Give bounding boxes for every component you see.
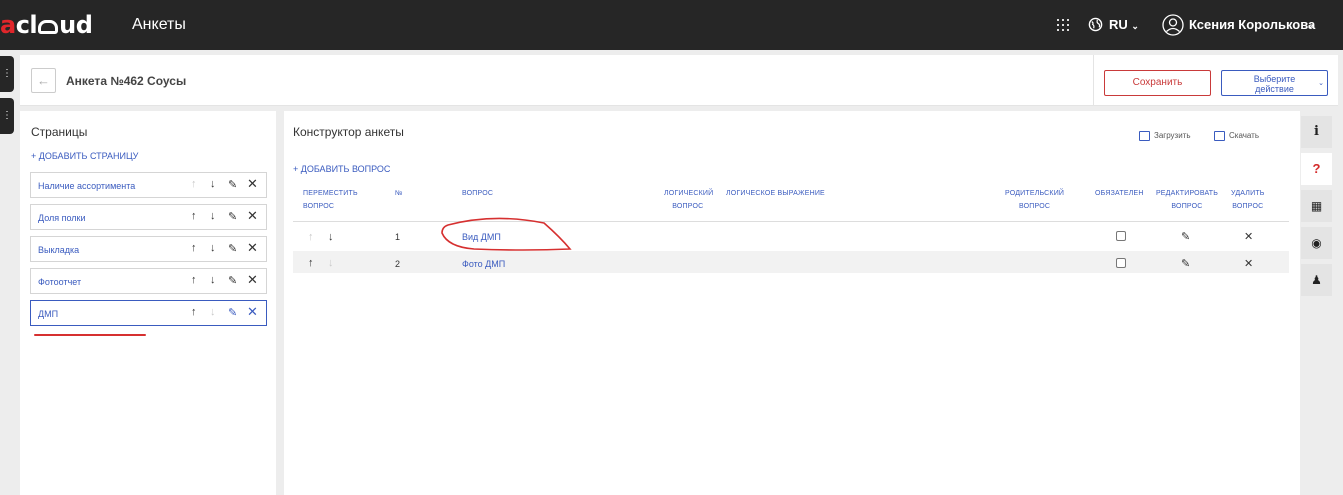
arrow-left-icon: ← <box>37 73 50 88</box>
side-menu-button-2[interactable]: ⋮ <box>0 98 14 134</box>
required-checkbox[interactable] <box>1116 231 1126 241</box>
col-move: ПЕРЕМЕСТИТЬ ВОПРОС <box>303 190 358 210</box>
chevron-down-icon: ⌄ <box>1318 80 1324 87</box>
close-icon[interactable]: ✕ <box>247 240 258 256</box>
apps-grid-icon[interactable] <box>1057 19 1069 31</box>
globe-icon[interactable] <box>1088 17 1103 32</box>
app-logo[interactable]: acl ud <box>0 11 93 39</box>
page-item-active[interactable]: ДМП ↑ ↓ ✎ ✕ <box>30 300 267 326</box>
arrow-down-icon[interactable]: ↓ <box>210 210 216 222</box>
page-item-label: Наличие ассортимента <box>38 181 136 191</box>
question-link[interactable]: Фото ДМП <box>462 259 505 269</box>
pages-panel: Страницы + ДОБАВИТЬ СТРАНИЦУ Наличие асс… <box>20 111 276 495</box>
arrow-up-icon[interactable]: ↑ <box>191 210 197 222</box>
dots-icon: ⋮ <box>2 68 12 79</box>
action-label-line1: Выберите <box>1253 74 1296 84</box>
page-item[interactable]: Фотоотчет ↑ ↓ ✎ ✕ <box>30 268 267 294</box>
language-selector[interactable]: RU ⌄ <box>1109 17 1139 32</box>
users-icon[interactable]: ♟ <box>1301 264 1332 296</box>
col-logical: ЛОГИЧЕСКИЙ ВОПРОС <box>664 190 714 210</box>
arrow-down-icon[interactable]: ↓ <box>328 257 334 269</box>
arrow-down-icon[interactable]: ↓ <box>210 242 216 254</box>
page-item[interactable]: Наличие ассортимента ↑ ↓ ✎ ✕ <box>30 172 267 198</box>
side-menu-button[interactable]: ⋮ <box>0 56 14 92</box>
pencil-icon[interactable]: ✎ <box>228 178 237 191</box>
col-edit: РЕДАКТИРОВАТЬ ВОПРОС <box>1155 190 1219 210</box>
col-num: № <box>395 190 403 197</box>
calendar-icon[interactable]: ▦ <box>1301 190 1332 222</box>
row-num: 1 <box>395 232 401 242</box>
action-label-line2: действие <box>1255 84 1294 94</box>
col-logical-expr: ЛОГИЧЕСКОЕ ВЫРАЖЕНИЕ <box>726 190 825 197</box>
page-item[interactable]: Доля полки ↑ ↓ ✎ ✕ <box>30 204 267 230</box>
top-bar: acl ud Анкеты RU ⌄ Ксения Королькова ⌄ <box>0 0 1343 50</box>
upload-button[interactable]: Загрузить <box>1139 131 1191 141</box>
close-icon[interactable]: ✕ <box>247 208 258 224</box>
arrow-up-icon[interactable]: ↑ <box>191 306 197 318</box>
edit-icon[interactable]: ✎ <box>1181 230 1190 243</box>
arrow-up-icon[interactable]: ↑ <box>191 242 197 254</box>
arrow-down-icon[interactable]: ↓ <box>210 178 216 190</box>
save-button[interactable]: Сохранить <box>1104 70 1211 96</box>
page-item-label: Доля полки <box>38 213 86 223</box>
annotation-circle <box>441 217 572 251</box>
page-item-label: Выкладка <box>38 245 80 255</box>
user-name[interactable]: Ксения Королькова <box>1189 17 1315 32</box>
table-row <box>293 251 1289 273</box>
delete-icon[interactable]: ✕ <box>1244 230 1253 243</box>
pencil-icon[interactable]: ✎ <box>228 306 237 319</box>
info-icon[interactable]: i <box>1301 116 1332 148</box>
arrow-down-icon[interactable]: ↓ <box>210 274 216 286</box>
arrow-up-icon[interactable]: ↑ <box>191 274 197 286</box>
download-icon <box>1214 131 1225 141</box>
divider <box>1093 55 1094 106</box>
question-icon[interactable]: ? <box>1301 153 1332 185</box>
col-delete: УДАЛИТЬ ВОПРОС <box>1231 190 1265 210</box>
arrow-up-icon[interactable]: ↑ <box>191 178 197 190</box>
col-parent: РОДИТЕЛЬСКИЙ ВОПРОС <box>1005 190 1065 210</box>
col-question: ВОПРОС <box>462 190 494 197</box>
close-icon[interactable]: ✕ <box>247 176 258 192</box>
app-title: Анкеты <box>132 16 186 33</box>
location-pin-icon[interactable]: ◉ <box>1301 227 1332 259</box>
upload-icon <box>1139 131 1150 141</box>
col-required: ОБЯЗАТЕЛЕН <box>1095 190 1144 197</box>
add-question-link[interactable]: + ДОБАВИТЬ ВОПРОС <box>293 164 390 174</box>
delete-icon[interactable]: ✕ <box>1244 257 1253 270</box>
page-item-label: Фотоотчет <box>38 277 82 287</box>
page-item-label: ДМП <box>38 309 59 319</box>
arrow-down-icon[interactable]: ↓ <box>210 306 216 318</box>
user-avatar-icon[interactable] <box>1162 14 1184 36</box>
constructor-title: Конструктор анкеты <box>293 125 404 139</box>
add-page-link[interactable]: + ДОБАВИТЬ СТРАНИЦУ <box>31 151 138 161</box>
arrow-down-icon[interactable]: ↓ <box>328 231 334 243</box>
chevron-down-icon[interactable]: ⌄ <box>1306 18 1315 31</box>
arrow-up-icon[interactable]: ↑ <box>308 231 314 243</box>
arrow-up-icon[interactable]: ↑ <box>308 257 314 269</box>
form-title: Анкета №462 Соусы <box>66 74 187 88</box>
back-button[interactable]: ← <box>31 68 56 93</box>
close-icon[interactable]: ✕ <box>247 304 258 320</box>
annotation-underline <box>34 334 146 336</box>
close-icon[interactable]: ✕ <box>247 272 258 288</box>
edit-icon[interactable]: ✎ <box>1181 257 1190 270</box>
pencil-icon[interactable]: ✎ <box>228 274 237 287</box>
row-num: 2 <box>395 259 401 269</box>
form-header: ← Анкета №462 Соусы Сохранить Выберите д… <box>20 55 1338 106</box>
download-button[interactable]: Скачать <box>1214 131 1259 141</box>
select-action-dropdown[interactable]: Выберите действие ⌄ <box>1221 70 1328 96</box>
page-item[interactable]: Выкладка ↑ ↓ ✎ ✕ <box>30 236 267 262</box>
pages-title: Страницы <box>31 125 88 139</box>
required-checkbox[interactable] <box>1116 258 1126 268</box>
form-constructor: Конструктор анкеты Загрузить Скачать + Д… <box>284 111 1300 495</box>
pencil-icon[interactable]: ✎ <box>228 242 237 255</box>
pencil-icon[interactable]: ✎ <box>228 210 237 223</box>
dots-icon: ⋮ <box>2 110 12 121</box>
